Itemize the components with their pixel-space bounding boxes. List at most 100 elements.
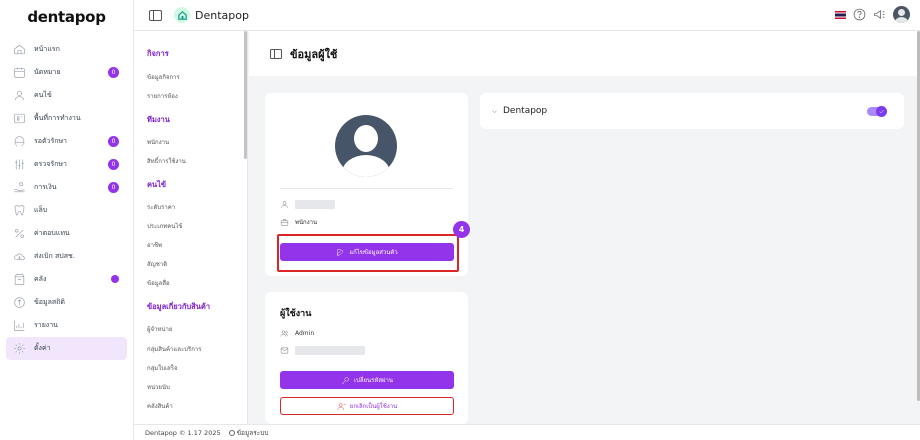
- cancel-user-button[interactable]: ยกเลิกเป็นผู้ใช้งาน: [280, 397, 454, 415]
- main-content: ข้อมูลผู้ใช้ พนักงาน 4 แก้ไขข้อมูลส่วนตั…: [249, 31, 920, 424]
- user-avatar[interactable]: [893, 6, 910, 23]
- user-minus-icon: [337, 402, 346, 410]
- finance-icon: [12, 181, 26, 195]
- sidebar-item-workspace[interactable]: พื้นที่การทำงาน: [6, 107, 127, 130]
- info-icon: [228, 429, 235, 436]
- sidebar-item-label: การเงิน: [34, 183, 57, 191]
- edit-profile-label: แก้ไขข้อมูลส่วนตัว: [349, 250, 398, 256]
- change-password-label: เปลี่ยนรหัสผ่าน: [354, 378, 393, 384]
- sidebar-item-cloud[interactable]: ส่งเบิก สปสช.: [6, 245, 127, 268]
- percent-icon: [12, 227, 26, 241]
- waiting-icon: [12, 135, 26, 149]
- submenu-item[interactable]: สัญชาติ: [147, 259, 167, 269]
- sidebar-item-label: รอตัวรักษา: [34, 137, 67, 145]
- sidebar-item-report[interactable]: รายงาน: [6, 314, 127, 337]
- sidebar-item-treatment[interactable]: ตรวจรักษา 0: [6, 153, 127, 176]
- clinic-accordion[interactable]: Dentapop: [480, 93, 904, 129]
- sidebar-item-gear[interactable]: ตั้งค่า: [6, 337, 127, 360]
- clinic-accordion-title: Dentapop: [503, 106, 548, 116]
- users-icon: [280, 330, 289, 337]
- sidebar-item-label: ข้อมูลสถิติ: [34, 298, 65, 306]
- submenu-item[interactable]: ข้อมูลสื่อ: [147, 278, 170, 288]
- user-card-title: ผู้ใช้งาน: [280, 309, 312, 319]
- clinic-toggle-switch[interactable]: [867, 106, 887, 117]
- home-icon: [12, 43, 26, 57]
- notification-dot: [111, 275, 119, 283]
- submenu-item[interactable]: สิทธิ์การใช้งาน: [147, 156, 186, 166]
- clinic-name: Dentapop: [195, 8, 249, 22]
- system-info-link[interactable]: ข้อมูลระบบ: [228, 428, 269, 438]
- profile-card: พนักงาน 4 แก้ไขข้อมูลส่วนตัว: [265, 93, 470, 276]
- sidebar-item-label: ส่งเบิก สปสช.: [34, 252, 75, 260]
- treatment-icon: [12, 158, 26, 172]
- user-icon: [281, 201, 288, 208]
- profile-role: พนักงาน: [295, 219, 318, 226]
- system-info-label: ข้อมูลระบบ: [236, 428, 269, 437]
- app-logo[interactable]: denta pop: [0, 0, 133, 34]
- check-icon: [879, 109, 884, 114]
- submenu-item[interactable]: หน่วยนับ: [147, 382, 170, 392]
- top-header: Dentapop: [134, 0, 920, 31]
- sidebar-item-label: คนไข้: [34, 91, 52, 99]
- cloud-icon: [12, 250, 26, 264]
- submenu-item[interactable]: พนักงาน: [147, 137, 169, 147]
- sidebar-item-stats[interactable]: ข้อมูลสถิติ: [6, 291, 127, 314]
- count-badge: 0: [108, 67, 119, 78]
- user-email-row: [280, 346, 365, 355]
- report-icon: [12, 319, 26, 333]
- submenu-item[interactable]: ประเภทคนไข้: [147, 221, 182, 231]
- submenu-item[interactable]: ผู้จำหน่าย: [147, 324, 172, 334]
- sidebar-item-label: คลัง: [34, 275, 47, 283]
- footer: Dentapop © 1.17 2025 ข้อมูลระบบ: [134, 424, 920, 440]
- submenu-item[interactable]: ระดับราคา: [147, 202, 175, 212]
- user-icon: [12, 89, 26, 103]
- edit-icon: [337, 248, 344, 256]
- count-badge: 0: [108, 159, 119, 170]
- footer-copyright: Dentapop © 1.17 2025: [145, 428, 221, 437]
- sidebar-item-tooth[interactable]: แล็บ: [6, 199, 127, 222]
- submenu-group-title: ทีมงาน: [147, 115, 170, 124]
- submenu-item[interactable]: กลุ่มใบเสร็จ: [147, 363, 177, 373]
- cancel-user-label: ยกเลิกเป็นผู้ใช้งาน: [349, 404, 398, 410]
- submenu-item[interactable]: ข้อมูลกิจการ: [147, 72, 180, 82]
- page-title: ข้อมูลผู้ใช้: [290, 47, 338, 61]
- user-email-redacted: [295, 346, 365, 355]
- submenu-item[interactable]: อาชีพ: [147, 240, 162, 250]
- sidebar-item-percent[interactable]: ค่าตอบแทน: [6, 222, 127, 245]
- step-badge: 4: [453, 221, 470, 238]
- settings-submenu: กิจการ ข้อมูลกิจการ รายการห้อง ทีมงาน พนักงา…: [134, 31, 248, 424]
- sidebar-item-label: ตั้งค่า: [34, 344, 51, 352]
- sidebar-item-label: ค่าตอบแทน: [34, 229, 70, 237]
- panel-icon: [270, 48, 282, 59]
- user-account-card: ผู้ใช้งาน Admin เปลี่ยนรหัสผ่าน ยกเลิกเป…: [265, 292, 468, 424]
- submenu-item[interactable]: รายการห้อง: [147, 91, 178, 101]
- help-icon[interactable]: [853, 8, 866, 21]
- sidebar-item-calendar[interactable]: นัดหมาย 0: [6, 61, 127, 84]
- thai-flag-icon[interactable]: [835, 10, 846, 19]
- sidebar-item-waiting[interactable]: รอตัวรักษา 0: [6, 130, 127, 153]
- change-password-button[interactable]: เปลี่ยนรหัสผ่าน: [280, 371, 454, 389]
- submenu-item[interactable]: คลังสินค้า: [147, 401, 173, 411]
- workspace-icon: [12, 112, 26, 126]
- chevron-down-icon[interactable]: [491, 108, 497, 114]
- sidebar-item-label: รายงาน: [34, 321, 58, 329]
- sidebar-item-inventory[interactable]: คลัง: [6, 268, 127, 291]
- announcement-icon[interactable]: [873, 8, 886, 21]
- sidebar-item-user[interactable]: คนไข้: [6, 84, 127, 107]
- sidebar-item-label: ตรวจรักษา: [34, 160, 67, 168]
- logo-text-main: denta: [27, 8, 75, 26]
- gear-icon: [12, 342, 26, 356]
- submenu-item[interactable]: กลุ่มสินค้าและบริการ: [147, 344, 201, 354]
- profile-divider: [280, 188, 453, 189]
- inventory-icon: [12, 273, 26, 287]
- submenu-scrollbar[interactable]: [244, 31, 247, 159]
- profile-name-redacted: [295, 200, 335, 209]
- sidebar-item-home[interactable]: หน้าแรก: [6, 38, 127, 61]
- user-role-row: Admin: [280, 329, 314, 338]
- edit-profile-button[interactable]: แก้ไขข้อมูลส่วนตัว: [280, 243, 454, 261]
- submenu-group-title: ข้อมูลเกี่ยวกับสินค้า: [147, 302, 211, 311]
- sidebar-toggle-icon[interactable]: [149, 9, 162, 21]
- sidebar-item-finance[interactable]: การเงิน 0: [6, 176, 127, 199]
- count-badge: 0: [108, 136, 119, 147]
- clinic-home-icon[interactable]: [174, 7, 190, 23]
